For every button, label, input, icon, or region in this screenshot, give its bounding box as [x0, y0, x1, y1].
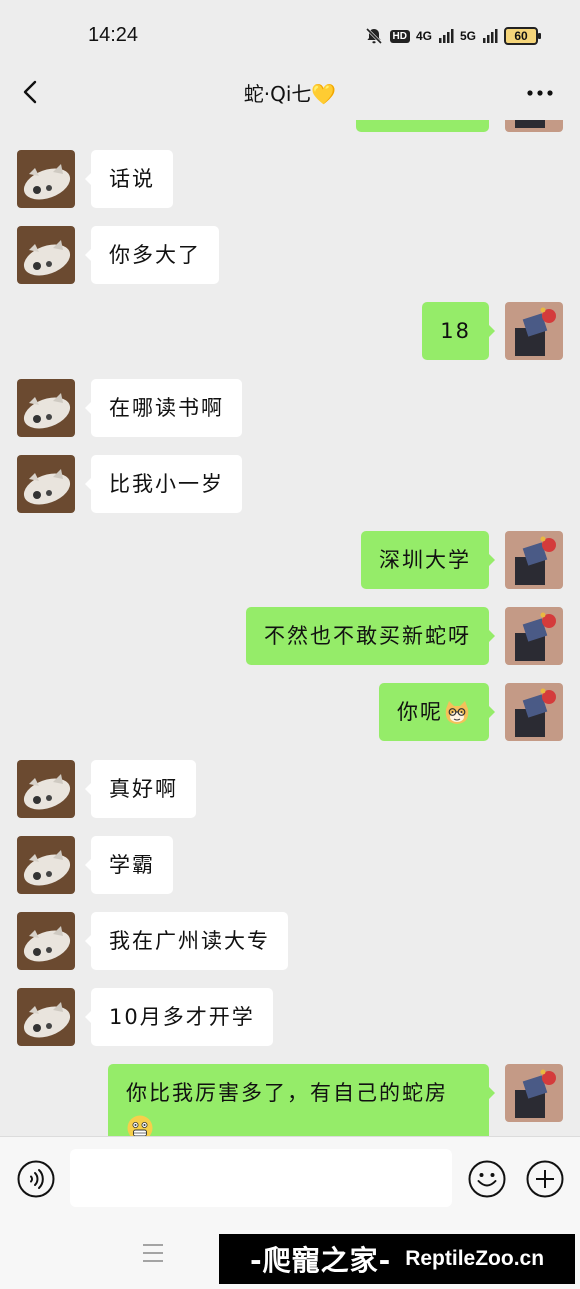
contact-avatar[interactable]	[17, 988, 75, 1046]
my-avatar[interactable]	[505, 302, 563, 360]
message-row: 不然也不敢买新蛇呀	[0, 607, 580, 667]
message-text: 不然也不敢买新蛇呀	[264, 624, 471, 648]
watermark: -爬寵之家- ReptileZoo.cn	[219, 1234, 575, 1284]
nerd-cat-emoji-icon	[445, 701, 469, 724]
battery-indicator: 60	[504, 27, 541, 45]
message-text: 你比我厉害多了，有自己的蛇房	[126, 1081, 448, 1105]
message-text: 10月多才开学	[109, 1005, 255, 1029]
message-row-partial	[0, 120, 580, 134]
more-options-icon[interactable]	[526, 86, 554, 100]
contact-avatar[interactable]	[17, 760, 75, 818]
outgoing-message-bubble[interactable]: 深圳大学	[361, 531, 495, 589]
message-row: 你比我厉害多了，有自己的蛇房	[0, 1064, 580, 1136]
network-4g-label: 4G	[415, 29, 432, 43]
message-row: 在哪读书啊	[0, 379, 580, 439]
outgoing-message-bubble[interactable]: 你呢	[379, 683, 495, 741]
message-row: 比我小一岁	[0, 455, 580, 515]
message-row: 学霸	[0, 836, 580, 896]
grin-emoji-icon	[127, 1115, 153, 1136]
chat-title: 蛇·Qi七💛	[243, 82, 337, 106]
voice-input-icon[interactable]	[16, 1159, 56, 1199]
message-row: 18	[0, 302, 580, 362]
message-text: 你多大了	[109, 243, 201, 267]
system-nav-bar: -爬寵之家- ReptileZoo.cn	[0, 1220, 580, 1289]
message-row: 10月多才开学	[0, 988, 580, 1048]
message-bubble-partial	[356, 120, 489, 132]
incoming-message-bubble[interactable]: 在哪读书啊	[85, 379, 242, 437]
message-text: 在哪读书啊	[109, 396, 224, 420]
outgoing-message-bubble[interactable]: 你比我厉害多了，有自己的蛇房	[108, 1064, 495, 1136]
message-text: 真好啊	[109, 777, 178, 801]
message-text: 你呢	[397, 700, 443, 724]
mute-bell-icon	[365, 27, 382, 45]
chat-screen: 14:24 HD 4G 5G 60 蛇·Qi七💛 话说 你多大了 18 在哪读书…	[0, 0, 580, 1289]
menu-icon[interactable]	[142, 1242, 164, 1264]
outgoing-message-bubble[interactable]: 不然也不敢买新蛇呀	[246, 607, 495, 665]
incoming-message-bubble[interactable]: 10月多才开学	[85, 988, 273, 1046]
contact-avatar[interactable]	[17, 379, 75, 437]
contact-avatar[interactable]	[17, 455, 75, 513]
signal-icon-2	[483, 29, 498, 43]
contact-avatar[interactable]	[17, 836, 75, 894]
emoji-icon[interactable]	[467, 1159, 507, 1199]
message-text: 学霸	[109, 853, 155, 877]
my-avatar[interactable]	[505, 531, 563, 589]
contact-avatar[interactable]	[17, 150, 75, 208]
signal-icon	[438, 29, 454, 43]
incoming-message-bubble[interactable]: 比我小一岁	[85, 455, 242, 513]
status-icons: HD 4G 5G 60	[364, 26, 541, 46]
message-list[interactable]: 话说你多大了 18 在哪读书啊比我小一岁深圳大学不然也不敢买新蛇呀你呢真好啊学霸我在…	[0, 120, 580, 1136]
watermark-en: ReptileZoo.cn	[405, 1247, 545, 1270]
incoming-message-bubble[interactable]: 你多大了	[85, 226, 219, 284]
my-avatar[interactable]	[505, 1064, 563, 1122]
message-text: 话说	[109, 167, 155, 191]
message-text: 深圳大学	[379, 548, 471, 572]
plus-icon[interactable]	[525, 1159, 565, 1199]
my-avatar[interactable]	[505, 683, 563, 741]
contact-avatar[interactable]	[17, 912, 75, 970]
message-row: 深圳大学	[0, 531, 580, 591]
message-text: 18	[440, 319, 471, 343]
chat-header: 蛇·Qi七💛	[0, 66, 580, 120]
message-row: 你呢	[0, 683, 580, 743]
network-5g-label: 5G	[459, 29, 476, 43]
message-row: 你多大了	[0, 226, 580, 286]
my-avatar[interactable]	[505, 607, 563, 665]
outgoing-message-bubble[interactable]: 18	[422, 302, 495, 360]
message-text: 我在广州读大专	[109, 929, 270, 953]
watermark-cn: -爬寵之家-	[249, 1244, 392, 1277]
status-bar: 14:24 HD 4G 5G 60	[0, 0, 580, 66]
incoming-message-bubble[interactable]: 学霸	[85, 836, 173, 894]
message-row: 真好啊	[0, 760, 580, 820]
contact-avatar[interactable]	[17, 226, 75, 284]
hd-badge: HD	[389, 29, 410, 43]
message-row: 话说	[0, 150, 580, 210]
input-bar	[0, 1136, 580, 1220]
message-input[interactable]	[70, 1149, 452, 1207]
my-avatar[interactable]	[505, 120, 563, 132]
message-text: 比我小一岁	[109, 472, 224, 496]
message-row: 我在广州读大专	[0, 912, 580, 972]
incoming-message-bubble[interactable]: 真好啊	[85, 760, 196, 818]
incoming-message-bubble[interactable]: 话说	[85, 150, 173, 208]
status-time: 14:24	[88, 24, 139, 46]
incoming-message-bubble[interactable]: 我在广州读大专	[85, 912, 288, 970]
